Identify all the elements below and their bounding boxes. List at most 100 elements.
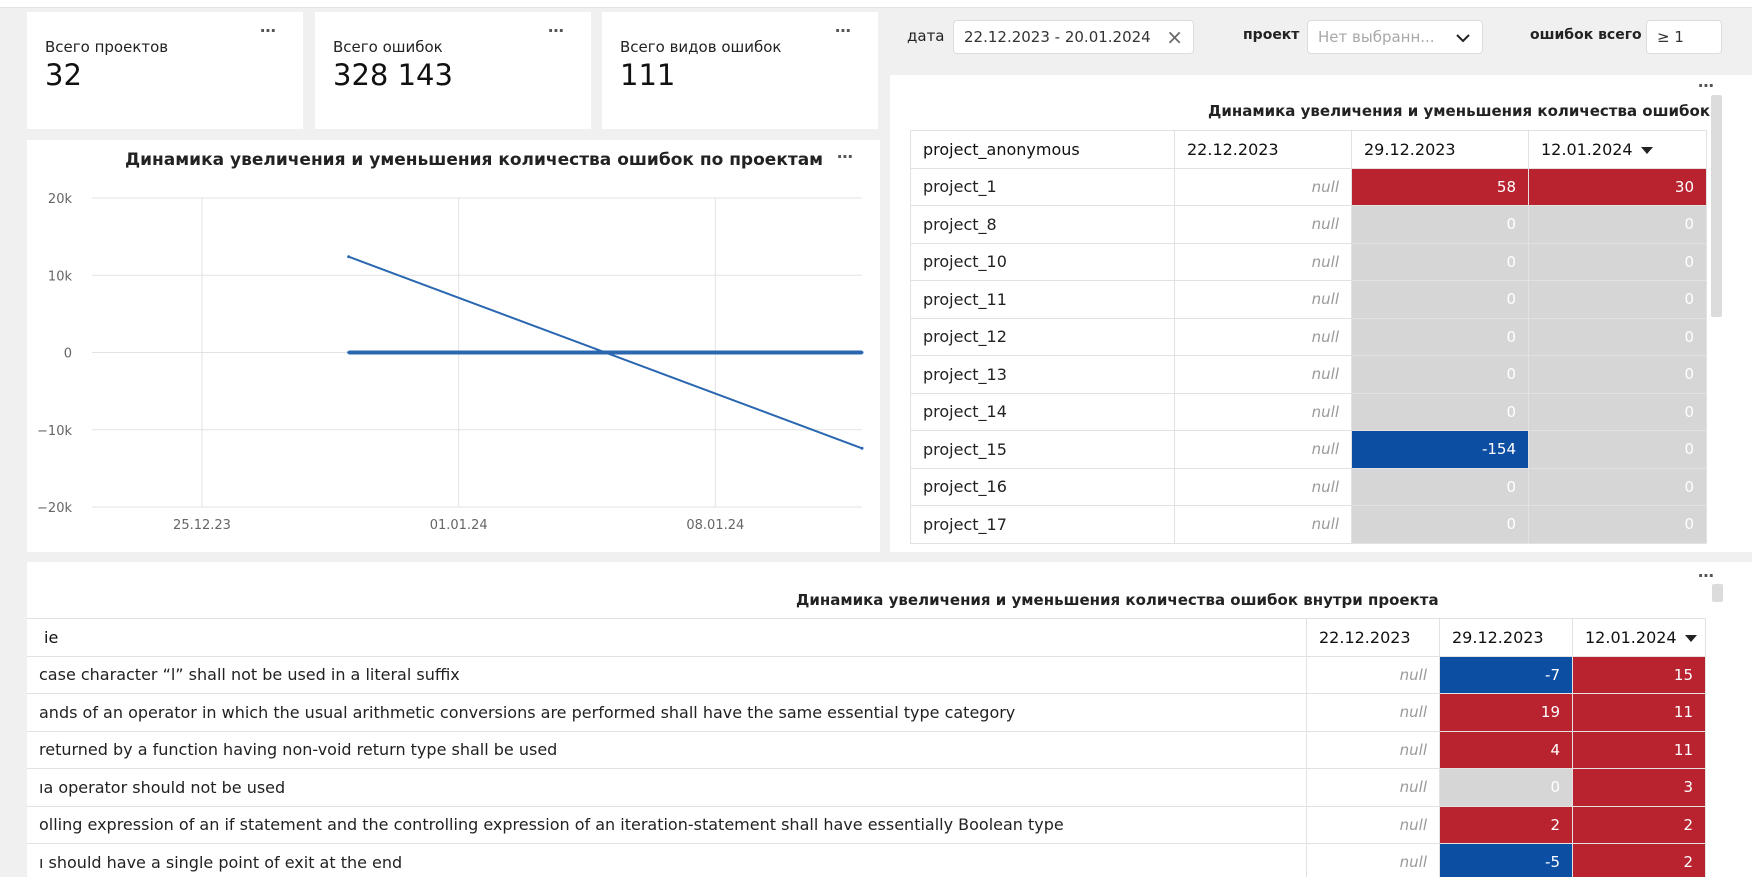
value-cell-date-2: -154 <box>1351 430 1529 469</box>
table-header-row: ie 22.12.2023 29.12.2023 12.01.2024 <box>27 618 1706 657</box>
table-row[interactable]: project_10 null 0 0 <box>910 242 1707 281</box>
value-cell-date-2: 0 <box>1351 392 1529 431</box>
project-select[interactable]: Нет выбранн... <box>1307 20 1483 54</box>
value-cell-date-1: null <box>1174 167 1352 206</box>
vertical-scrollbar[interactable] <box>1711 95 1722 317</box>
row-name-cell: ıa operator should not be used <box>27 768 1307 807</box>
project-filter-label: проект <box>1243 27 1300 43</box>
sort-desc-icon <box>1640 146 1653 154</box>
column-header-date-3[interactable]: 12.01.2024 <box>1572 618 1706 657</box>
table-row[interactable]: project_17 null 0 0 <box>910 505 1707 544</box>
more-icon[interactable]: ⋯ <box>260 23 277 39</box>
vertical-scrollbar[interactable] <box>1712 584 1723 602</box>
table-row[interactable]: olling expression of an if statement and… <box>27 805 1706 844</box>
row-name-cell: project_10 <box>910 242 1175 281</box>
table-row[interactable]: ands of an operator in which the usual a… <box>27 693 1706 732</box>
value-cell-date-3: 0 <box>1528 242 1707 281</box>
row-name-cell: ı should have a single point of exit at … <box>27 843 1307 877</box>
table-header-row: project_anonymous 22.12.2023 29.12.2023 … <box>910 130 1707 169</box>
table-row[interactable]: project_12 null 0 0 <box>910 317 1707 356</box>
errors-total-filter-label: ошибок всего <box>1530 27 1642 43</box>
y-tick-label: 10k <box>48 269 73 284</box>
table-row[interactable]: project_8 null 0 0 <box>910 205 1707 244</box>
value-cell-date-1: null <box>1174 430 1352 469</box>
projects-table-card: Динамика увеличения и уменьшения количес… <box>890 75 1752 552</box>
column-header-date-2[interactable]: 29.12.2023 <box>1439 618 1573 657</box>
row-name-cell: olling expression of an if statement and… <box>27 805 1307 844</box>
value-cell-date-2: 0 <box>1351 205 1529 244</box>
value-cell-date-2: 19 <box>1439 693 1573 732</box>
table-row[interactable]: ıa operator should not be used null 0 3 <box>27 768 1706 807</box>
value-cell-date-1: null <box>1306 768 1440 807</box>
y-tick-label: 20k <box>48 192 73 207</box>
value-cell-date-1: null <box>1174 280 1352 319</box>
table-row[interactable]: project_16 null 0 0 <box>910 467 1707 506</box>
more-icon[interactable]: ⋯ <box>548 23 565 39</box>
row-name-cell: project_14 <box>910 392 1175 431</box>
table-row[interactable]: returned by a function having non-void r… <box>27 730 1706 769</box>
clear-icon[interactable]: × <box>1166 21 1183 53</box>
value-cell-date-3: 0 <box>1528 467 1707 506</box>
row-name-cell: project_15 <box>910 430 1175 469</box>
project-select-placeholder: Нет выбранн... <box>1318 28 1435 46</box>
table-row[interactable]: project_1 null 58 30 <box>910 167 1707 206</box>
row-name-cell: project_16 <box>910 467 1175 506</box>
value-cell-date-2: 4 <box>1439 730 1573 769</box>
table-title: Динамика увеличения и уменьшения количес… <box>796 591 1439 609</box>
x-tick-label: 25.12.23 <box>173 518 231 533</box>
value-cell-date-1: null <box>1174 317 1352 356</box>
kpi-title: Всего проектов <box>45 38 169 56</box>
column-header-date-1[interactable]: 22.12.2023 <box>1174 130 1352 169</box>
table-row[interactable]: ı should have a single point of exit at … <box>27 843 1706 877</box>
value-cell-date-1: null <box>1306 730 1440 769</box>
data-point[interactable] <box>347 255 351 259</box>
column-header-project[interactable]: project_anonymous <box>910 130 1175 169</box>
table-row[interactable]: case character “l” shall not be used in … <box>27 655 1706 694</box>
row-name-cell: ands of an operator in which the usual a… <box>27 693 1307 732</box>
column-header-rule[interactable]: ie <box>27 618 1307 657</box>
sort-desc-icon <box>1684 634 1697 642</box>
kpi-value: 328 143 <box>333 58 453 92</box>
column-header-date-2[interactable]: 29.12.2023 <box>1351 130 1529 169</box>
more-icon[interactable]: ⋯ <box>1698 78 1715 94</box>
value-cell-date-1: null <box>1174 205 1352 244</box>
row-name-cell: returned by a function having non-void r… <box>27 730 1307 769</box>
top-bar <box>0 0 1752 8</box>
kpi-value: 111 <box>620 58 676 92</box>
value-cell-date-1: null <box>1306 655 1440 694</box>
value-cell-date-1: null <box>1174 392 1352 431</box>
value-cell-date-2: -5 <box>1439 843 1573 877</box>
row-name-cell: project_1 <box>910 167 1175 206</box>
line-chart: 20k 10k 0 −10k −20k 25.12.23 01.01.24 08.01.24 <box>37 192 864 533</box>
more-icon[interactable]: ⋯ <box>1698 568 1715 584</box>
data-point[interactable] <box>860 351 864 354</box>
errors-total-input[interactable]: ≥ 1 <box>1646 20 1722 54</box>
table-row[interactable]: project_14 null 0 0 <box>910 392 1707 431</box>
value-cell-date-2: 0 <box>1351 467 1529 506</box>
column-header-date-1[interactable]: 22.12.2023 <box>1306 618 1440 657</box>
inner-table-viewport: ie 22.12.2023 29.12.2023 12.01.2024 case… <box>27 618 1707 877</box>
value-cell-date-3: 2 <box>1572 805 1706 844</box>
value-cell-date-3: 0 <box>1528 205 1707 244</box>
date-range-value: 22.12.2023 - 20.01.2024 <box>964 28 1151 46</box>
kpi-card-projects: Всего проектов 32 ⋯ <box>27 12 303 129</box>
column-header-date-3[interactable]: 12.01.2024 <box>1528 130 1707 169</box>
projects-table-viewport: project_anonymous 22.12.2023 29.12.2023 … <box>910 130 1708 552</box>
chevron-down-icon <box>1456 34 1470 43</box>
value-cell-date-2: 0 <box>1351 242 1529 281</box>
value-cell-date-2: 0 <box>1351 505 1529 544</box>
value-cell-date-3: 11 <box>1572 693 1706 732</box>
value-cell-date-1: null <box>1174 505 1352 544</box>
value-cell-date-2: 0 <box>1439 768 1573 807</box>
row-name-cell: project_8 <box>910 205 1175 244</box>
more-icon[interactable]: ⋯ <box>835 23 852 39</box>
table-row[interactable]: project_11 null 0 0 <box>910 280 1707 319</box>
data-point[interactable] <box>347 351 351 354</box>
table-row[interactable]: project_13 null 0 0 <box>910 355 1707 394</box>
value-cell-date-3: 0 <box>1528 355 1707 394</box>
table-row[interactable]: project_15 null -154 0 <box>910 430 1707 469</box>
data-point[interactable] <box>860 446 864 450</box>
date-range-input[interactable]: 22.12.2023 - 20.01.2024 × <box>953 20 1194 54</box>
kpi-card-errors: Всего ошибок 328 143 ⋯ <box>315 12 591 129</box>
row-name-cell: project_13 <box>910 355 1175 394</box>
